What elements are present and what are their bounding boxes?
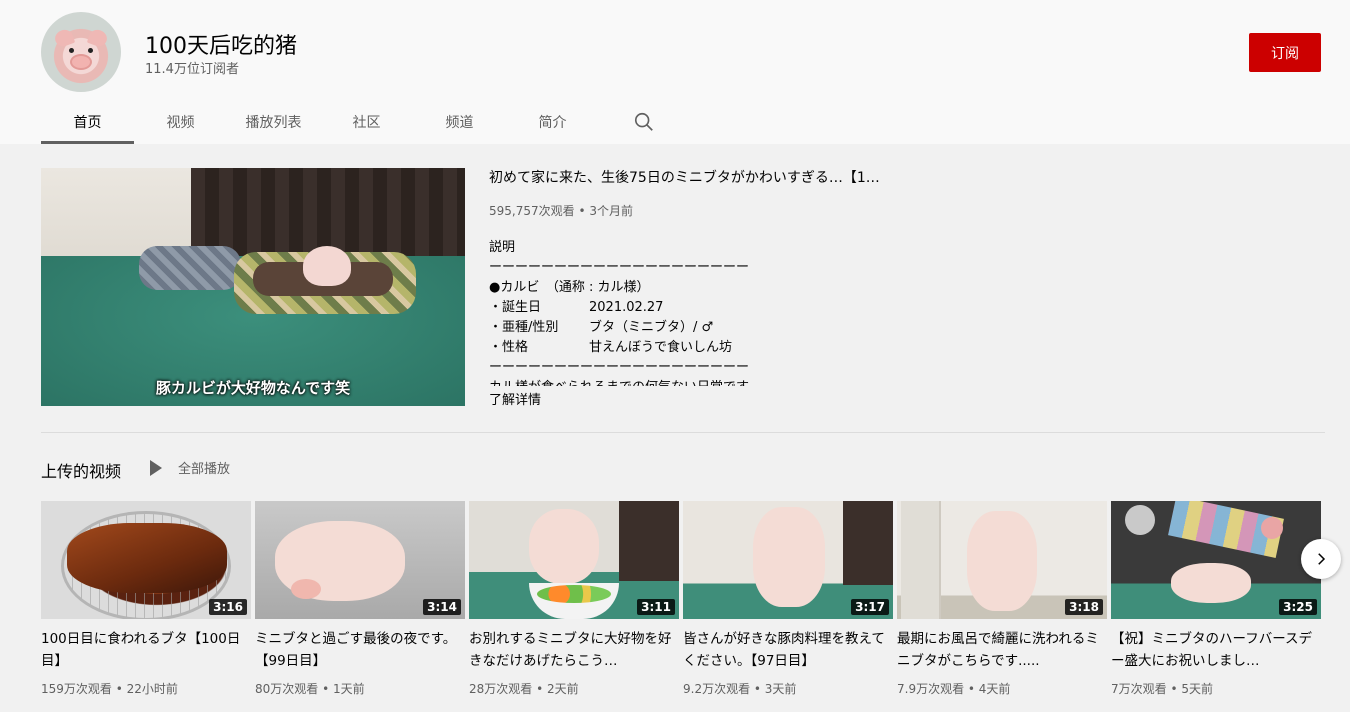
video-title[interactable]: 最期にお風呂で綺麗に洗われるミニブタがこちらです..... <box>897 628 1107 672</box>
channel-title: 100天后吃的猪 <box>145 34 297 59</box>
video-meta: 7.9万次观看 • 4天前 <box>897 682 1011 696</box>
video-thumbnail[interactable]: 3:14 <box>255 501 465 619</box>
video-meta: 28万次观看 • 2天前 <box>469 682 579 696</box>
description-row: ・性格 甘えんぼうで食いしん坊 <box>489 340 733 355</box>
video-title[interactable]: ミニブタと過ごす最後の夜です。【99日目】 <box>255 628 465 672</box>
channel-tabs: 首页 视频 播放列表 社区 频道 简介 <box>41 100 689 144</box>
channel-home-content: 豚カルビが大好物なんです笑 初めて家に来た、生後75日のミニブタがかわいすぎる…… <box>0 144 1350 712</box>
subscribe-button[interactable]: 订阅 <box>1249 33 1321 72</box>
video-thumbnail[interactable]: 3:11 <box>469 501 679 619</box>
video-duration: 3:18 <box>1065 599 1103 615</box>
video-thumbnail[interactable]: 3:25 <box>1111 501 1321 619</box>
video-title[interactable]: 100日目に食われるブタ【100日目】 <box>41 628 251 672</box>
pig-image <box>303 246 351 286</box>
video-thumbnail[interactable]: 3:16 <box>41 501 251 619</box>
uploads-section-title[interactable]: 上传的视频 <box>41 458 121 482</box>
video-duration: 3:25 <box>1279 599 1317 615</box>
play-icon <box>150 459 162 476</box>
video-card[interactable]: 3:11 お別れするミニブタに大好物を好きなだけあげたらこう… 28万次观看 •… <box>469 501 679 697</box>
video-card[interactable]: 3:25 【祝】ミニブタのハーフバースデー盛大にお祝いしまし… 7万次观看 • … <box>1111 501 1321 697</box>
description-row: ・亜種/性別 ブタ（ミニブタ）/ ♂ <box>489 320 714 335</box>
video-card[interactable]: 3:18 最期にお風呂で綺麗に洗われるミニブタがこちらです..... 7.9万次… <box>897 501 1107 697</box>
video-meta: 7万次观看 • 5天前 <box>1111 682 1213 696</box>
thumbnail-caption: 豚カルビが大好物なんです笑 <box>155 379 351 397</box>
featured-video-thumbnail[interactable]: 豚カルビが大好物なんです笑 <box>41 168 465 406</box>
description-name: ●カルビ （通称 : カル様） <box>489 280 650 295</box>
video-thumbnail[interactable]: 3:18 <box>897 501 1107 619</box>
video-meta: 159万次观看 • 22小时前 <box>41 682 178 696</box>
tab-community[interactable]: 社区 <box>320 100 413 143</box>
video-duration: 3:16 <box>209 599 247 615</box>
section-divider <box>41 432 1325 433</box>
play-all-button[interactable]: 全部播放 <box>150 458 230 477</box>
chevron-right-icon[interactable] <box>1301 539 1341 579</box>
video-thumbnail[interactable]: 3:17 <box>683 501 893 619</box>
subscriber-count: 11.4万位订阅者 <box>145 62 239 77</box>
tab-playlists[interactable]: 播放列表 <box>227 100 320 143</box>
tab-home[interactable]: 首页 <box>41 100 134 144</box>
tab-channels[interactable]: 频道 <box>413 100 506 143</box>
description-last-line: カル様が食べられるまでの何気ない日常です <box>489 378 809 386</box>
featured-video-meta: 595,757次观看 • 3个月前 <box>489 204 633 218</box>
video-title[interactable]: 【祝】ミニブタのハーフバースデー盛大にお祝いしまし… <box>1111 628 1321 672</box>
channel-avatar[interactable] <box>41 12 121 92</box>
tab-videos[interactable]: 视频 <box>134 100 227 143</box>
search-icon[interactable] <box>599 100 689 143</box>
description-rule: ーーーーーーーーーーーーーーーーーーーー <box>489 360 750 375</box>
description-rule: ーーーーーーーーーーーーーーーーーーーー <box>489 260 750 275</box>
video-meta: 80万次观看 • 1天前 <box>255 682 365 696</box>
video-card[interactable]: 3:14 ミニブタと過ごす最後の夜です。【99日目】 80万次观看 • 1天前 <box>255 501 465 697</box>
featured-video-info: 初めて家に来た、生後75日のミニブタがかわいすぎる…【1… 595,757次观看… <box>489 168 909 219</box>
featured-video-title[interactable]: 初めて家に来た、生後75日のミニブタがかわいすぎる…【1… <box>489 168 909 188</box>
video-title[interactable]: 皆さんが好きな豚肉料理を教えてください。【97日目】 <box>683 628 893 672</box>
video-title[interactable]: お別れするミニブタに大好物を好きなだけあげたらこう… <box>469 628 679 672</box>
video-card[interactable]: 3:17 皆さんが好きな豚肉料理を教えてください。【97日目】 9.2万次观看 … <box>683 501 893 697</box>
tab-about[interactable]: 简介 <box>506 100 599 143</box>
featured-video-description: 説明 ーーーーーーーーーーーーーーーーーーーー ●カルビ （通称 : カル様） … <box>489 238 809 386</box>
video-duration: 3:14 <box>423 599 461 615</box>
video-duration: 3:11 <box>637 599 675 615</box>
video-card[interactable]: 3:16 100日目に食われるブタ【100日目】 159万次观看 • 22小时前 <box>41 501 251 697</box>
channel-header: 100天后吃的猪 11.4万位订阅者 订阅 首页 视频 播放列表 社区 频道 简… <box>0 0 1350 144</box>
read-more-link[interactable]: 了解详情 <box>489 389 541 408</box>
description-heading: 説明 <box>489 240 516 255</box>
play-all-label: 全部播放 <box>178 462 231 477</box>
description-row: ・誕生日 2021.02.27 <box>489 300 664 315</box>
video-duration: 3:17 <box>851 599 889 615</box>
video-meta: 9.2万次观看 • 3天前 <box>683 682 797 696</box>
